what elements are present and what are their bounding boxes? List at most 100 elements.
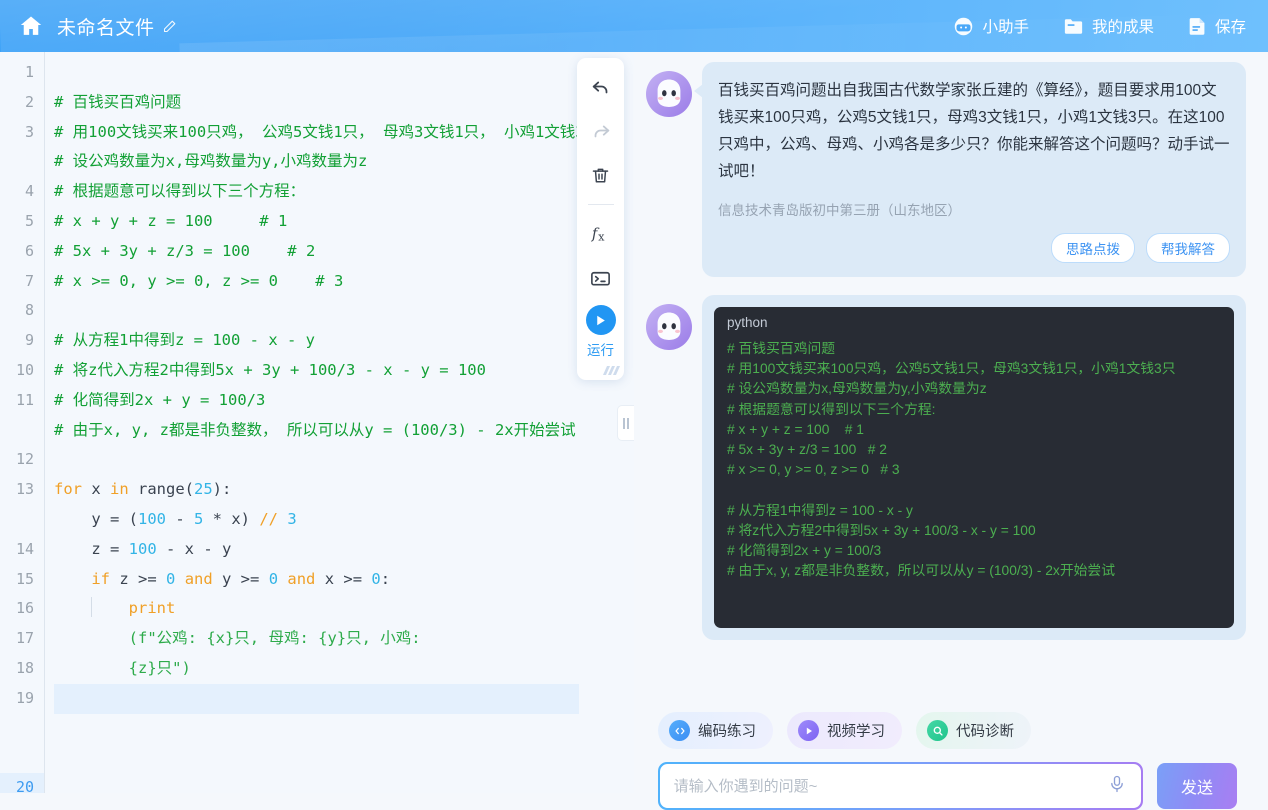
- code-line: [54, 296, 634, 326]
- line-number: 4: [0, 177, 44, 207]
- line-number-active: 20: [0, 773, 44, 793]
- code-line-if: if z >= 0 and y >= 0 and x >= 0:: [54, 565, 634, 595]
- line-number: 17: [0, 624, 44, 654]
- code-block-content: # 百钱买百鸡问题 # 用100文钱买来100只鸡，公鸡5文钱1只，母鸡3文钱1…: [714, 336, 1234, 593]
- code-line: # 将z代入方程2中得到5x + 3y + 100/3 - x - y = 10…: [54, 356, 634, 386]
- code-line: # 5x + 3y + z/3 = 100 # 2: [54, 237, 634, 267]
- line-number: 19: [0, 684, 44, 773]
- line-number: 12: [0, 445, 44, 475]
- coding-practice-chip-label: 编码练习: [698, 720, 756, 741]
- chat-input-row: 发送: [634, 762, 1268, 810]
- line-number: 2: [0, 88, 44, 118]
- terminal-icon[interactable]: [584, 261, 618, 295]
- function-fx-icon[interactable]: f x: [584, 217, 618, 251]
- save-button-label: 保存: [1215, 15, 1246, 37]
- my-results-button-label: 我的成果: [1092, 15, 1154, 37]
- toolbar-resize-corner[interactable]: [605, 366, 618, 375]
- chat-message-list[interactable]: 百钱买百鸡问题出自我国古代数学家张丘建的《算经》，题目要求用100文钱买来100…: [634, 52, 1268, 652]
- code-line: # 由于x, y, z都是非负整数， 所以可以从y = (100/3) - 2x…: [54, 416, 634, 446]
- line-number: 5: [0, 207, 44, 237]
- document-title-group[interactable]: 未命名文件: [57, 13, 177, 40]
- magnifier-icon: [927, 720, 948, 741]
- trash-icon[interactable]: [584, 158, 618, 192]
- chat-input-wrapper[interactable]: [658, 762, 1143, 810]
- code-line: # 从方程1中得到z = 100 - x - y: [54, 326, 634, 356]
- video-learning-chip[interactable]: 视频学习: [787, 712, 902, 749]
- save-file-icon: [1188, 16, 1207, 36]
- code-line-for: for x in range(25):: [54, 475, 634, 505]
- play-circle-icon: [798, 720, 819, 741]
- assistant-code-bubble: python # 百钱买百鸡问题 # 用100文钱买来100只鸡，公鸡5文钱1只…: [702, 295, 1246, 640]
- assistant-avatar: [646, 304, 692, 350]
- code-line-assign-z: z = 100 - x - y: [54, 535, 634, 565]
- assistant-button-label: 小助手: [982, 15, 1029, 37]
- pencil-icon[interactable]: [162, 19, 177, 34]
- code-line-print-arg: (f"公鸡: {x}只, 母鸡: {y}只, 小鸡:: [54, 624, 634, 654]
- code-line-print: print: [54, 594, 634, 624]
- save-button[interactable]: 保存: [1188, 15, 1246, 37]
- header-left-group: 未命名文件: [0, 13, 177, 40]
- hint-button[interactable]: 思路点拨: [1051, 233, 1135, 263]
- line-number: 8: [0, 296, 44, 326]
- line-number: 15: [0, 565, 44, 595]
- line-number: 9: [0, 326, 44, 356]
- toolbar-divider: [588, 204, 614, 205]
- assistant-message-bubble: 百钱买百鸡问题出自我国古代数学家张丘建的《算经》，题目要求用100文钱买来100…: [702, 62, 1246, 277]
- assistant-avatar: [646, 71, 692, 117]
- message-text: 百钱买百鸡问题出自我国古代数学家张丘建的《算经》，题目要求用100文钱买来100…: [718, 77, 1230, 185]
- quick-action-chips: 编码练习 视频学习 代码诊断: [634, 712, 1268, 749]
- folder-icon: [1063, 17, 1084, 36]
- line-number-gutter: 1 2 3 4 5 6 7 8 9 10 11 12 13 14 15 16 1…: [0, 52, 44, 793]
- run-button-label[interactable]: 运行: [587, 339, 614, 359]
- code-brackets-icon: [669, 720, 690, 741]
- line-number: 13: [0, 475, 44, 535]
- home-icon[interactable]: [18, 13, 44, 39]
- code-text-area[interactable]: # 百钱买百鸡问题 # 用100文钱买来100只鸡， 公鸡5文钱1只， 母鸡3文…: [44, 52, 634, 793]
- code-line: # x >= 0, y >= 0, z >= 0 # 3: [54, 267, 634, 297]
- run-button[interactable]: [586, 305, 616, 335]
- send-button[interactable]: 发送: [1157, 763, 1237, 809]
- line-number: 3: [0, 118, 44, 178]
- app-header: 未命名文件 小助手: [0, 0, 1268, 52]
- code-diagnosis-chip[interactable]: 代码诊断: [916, 712, 1031, 749]
- panel-splitter-handle[interactable]: [617, 405, 634, 441]
- coding-practice-chip[interactable]: 编码练习: [658, 712, 773, 749]
- code-language-label: python: [714, 307, 1234, 336]
- code-line: # 百钱买百鸡问题: [54, 88, 634, 118]
- code-line: # 化简得到2x + y = 100/3: [54, 386, 634, 416]
- code-line-assign-y: y = (100 - 5 * x) // 3: [54, 505, 634, 535]
- chat-message: python # 百钱买百鸡问题 # 用100文钱买来100只鸡，公鸡5文钱1只…: [646, 295, 1246, 640]
- code-line-print-arg-cont: {z}只"): [54, 654, 634, 684]
- code-block: python # 百钱买百鸡问题 # 用100文钱买来100只鸡，公鸡5文钱1只…: [714, 307, 1234, 628]
- code-diagnosis-chip-label: 代码诊断: [956, 720, 1014, 741]
- undo-icon[interactable]: [584, 70, 618, 104]
- redo-icon[interactable]: [584, 114, 618, 148]
- video-learning-chip-label: 视频学习: [827, 720, 885, 741]
- editor-toolbar: f x 运行: [577, 58, 624, 380]
- solve-button[interactable]: 帮我解答: [1146, 233, 1230, 263]
- line-number: 6: [0, 237, 44, 267]
- code-line: # 用100文钱买来100只鸡， 公鸡5文钱1只， 母鸡3文钱1只， 小鸡1文钱…: [54, 118, 634, 148]
- message-action-group: 思路点拨 帮我解答: [718, 233, 1230, 263]
- line-number: 11: [0, 386, 44, 446]
- code-line: [54, 58, 634, 88]
- line-number: 1: [0, 58, 44, 88]
- line-number: 16: [0, 594, 44, 624]
- my-results-button[interactable]: 我的成果: [1063, 15, 1154, 37]
- header-actions: 小助手 我的成果 保存: [953, 15, 1268, 37]
- line-number: 18: [0, 654, 44, 684]
- code-editor-pane[interactable]: 1 2 3 4 5 6 7 8 9 10 11 12 13 14 15 16 1…: [0, 52, 634, 793]
- chat-message: 百钱买百鸡问题出自我国古代数学家张丘建的《算经》，题目要求用100文钱买来100…: [646, 62, 1246, 277]
- code-line: # x + y + z = 100 # 1: [54, 207, 634, 237]
- message-source: 信息技术青岛版初中第三册（山东地区）: [718, 199, 1230, 219]
- page-title: 未命名文件: [57, 13, 155, 40]
- code-line: [54, 445, 634, 475]
- line-number: 7: [0, 267, 44, 297]
- code-line: # 设公鸡数量为x,母鸡数量为y,小鸡数量为z: [54, 147, 634, 177]
- chat-input[interactable]: [674, 778, 1108, 795]
- line-number: 14: [0, 535, 44, 565]
- code-line-active: [54, 684, 579, 714]
- microphone-icon[interactable]: [1107, 774, 1127, 799]
- assistant-button[interactable]: 小助手: [953, 15, 1029, 37]
- assistant-chat-pane: 百钱买百鸡问题出自我国古代数学家张丘建的《算经》，题目要求用100文钱买来100…: [634, 52, 1268, 793]
